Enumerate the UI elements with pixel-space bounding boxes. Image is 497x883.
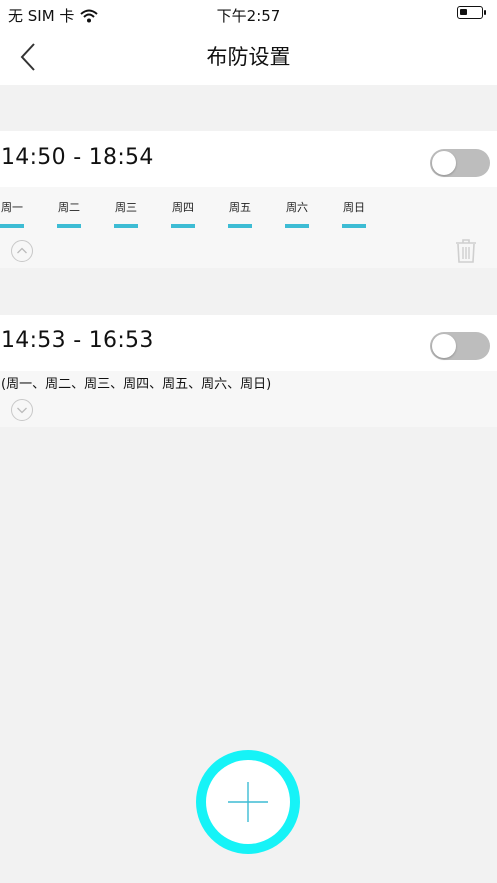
day-selected-indicator[interactable] (57, 224, 81, 228)
toggle-knob (432, 151, 456, 175)
collapse-button[interactable] (11, 240, 33, 262)
day-selected-indicator[interactable] (228, 224, 252, 228)
battery-level (460, 9, 467, 15)
nav-bar: 布防设置 (0, 28, 497, 85)
day-selected-indicator[interactable] (285, 224, 309, 228)
plus-icon (228, 782, 268, 822)
add-schedule-button[interactable] (196, 750, 300, 854)
day-label: 周四 (172, 201, 194, 214)
day-selected-indicator[interactable] (0, 224, 24, 228)
chevron-down-icon (17, 407, 27, 414)
day-selected-indicator[interactable] (342, 224, 366, 228)
trash-icon (456, 239, 476, 263)
schedule-card: 14:50 - 18:54 周一 周二 周三 周四 周五 周六 周日 (0, 131, 497, 268)
schedule-time-range[interactable]: 14:50 - 18:54 (1, 145, 154, 170)
day-selected-indicator[interactable] (171, 224, 195, 228)
toggle-knob (432, 334, 456, 358)
schedule-time-range[interactable]: 14:53 - 16:53 (1, 328, 154, 353)
battery-icon (457, 6, 486, 19)
day-label: 周三 (115, 201, 137, 214)
day-label: 周二 (58, 201, 80, 214)
schedule-details: 周一 周二 周三 周四 周五 周六 周日 (0, 187, 497, 268)
schedule-toggle[interactable] (430, 149, 490, 177)
page-title: 布防设置 (206, 45, 291, 69)
schedule-header: 14:53 - 16:53 (0, 315, 497, 371)
day-label: 周五 (229, 201, 251, 214)
day-selected-indicator[interactable] (114, 224, 138, 228)
schedule-days-summary: (周一、周二、周三、周四、周五、周六、周日) (1, 377, 272, 392)
chevron-up-icon (17, 247, 27, 254)
schedule-card: 14:53 - 16:53 (周一、周二、周三、周四、周五、周六、周日) (0, 315, 497, 427)
delete-button[interactable] (455, 238, 477, 264)
day-label: 周六 (286, 201, 308, 214)
status-time: 下午2:57 (216, 7, 281, 25)
status-bar: 无 SIM 卡 下午2:57 (0, 0, 497, 28)
schedule-details: (周一、周二、周三、周四、周五、周六、周日) (0, 371, 497, 427)
expand-button[interactable] (11, 399, 33, 421)
add-button-inner (206, 760, 290, 844)
day-label: 周日 (343, 201, 365, 214)
day-label: 周一 (1, 201, 23, 214)
schedule-header: 14:50 - 18:54 (0, 131, 497, 187)
schedule-toggle[interactable] (430, 332, 490, 360)
